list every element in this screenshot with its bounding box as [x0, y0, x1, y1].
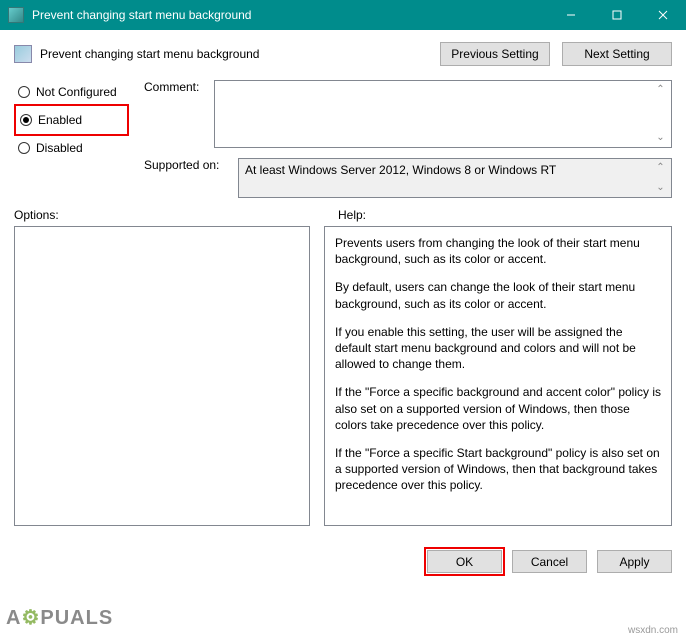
enabled-highlight: Enabled: [14, 104, 129, 136]
minimize-button[interactable]: [548, 0, 594, 30]
policy-icon: [14, 45, 32, 63]
radio-label: Enabled: [38, 113, 82, 127]
help-paragraph: If the "Force a specific Start backgroun…: [335, 445, 661, 494]
content-area: Prevent changing start menu background P…: [0, 30, 686, 538]
radio-circle-icon: [18, 142, 30, 154]
supported-label: Supported on:: [144, 158, 238, 198]
app-icon: [8, 7, 24, 23]
scrollbar[interactable]: ⌃⌄: [652, 83, 669, 145]
comment-label: Comment:: [144, 80, 214, 158]
cancel-button[interactable]: Cancel: [512, 550, 587, 573]
panes: Prevents users from changing the look of…: [14, 226, 672, 526]
titlebar: Prevent changing start menu background: [0, 0, 686, 30]
comment-textarea[interactable]: ⌃⌄: [214, 80, 672, 148]
radio-label: Not Configured: [36, 85, 117, 99]
ok-button[interactable]: OK: [427, 550, 502, 573]
help-pane: Prevents users from changing the look of…: [324, 226, 672, 526]
help-paragraph: If you enable this setting, the user wil…: [335, 324, 661, 373]
state-radio-group: Not Configured Enabled Disabled: [14, 80, 144, 198]
radio-not-configured[interactable]: Not Configured: [14, 80, 144, 104]
radio-circle-icon: [18, 86, 30, 98]
help-paragraph: Prevents users from changing the look of…: [335, 235, 661, 267]
options-help-labels: Options: Help:: [14, 208, 672, 222]
help-paragraph: If the "Force a specific background and …: [335, 384, 661, 433]
radio-disabled[interactable]: Disabled: [14, 136, 144, 160]
help-label: Help:: [314, 208, 672, 222]
close-button[interactable]: [640, 0, 686, 30]
corner-url: wsxdn.com: [628, 625, 678, 636]
help-paragraph: By default, users can change the look of…: [335, 279, 661, 311]
header-row: Prevent changing start menu background P…: [14, 42, 672, 66]
window-title: Prevent changing start menu background: [32, 8, 548, 22]
options-label: Options:: [14, 208, 314, 222]
supported-text: At least Windows Server 2012, Windows 8 …: [245, 163, 556, 177]
apply-button[interactable]: Apply: [597, 550, 672, 573]
supported-on-field: At least Windows Server 2012, Windows 8 …: [238, 158, 672, 198]
radio-circle-icon: [20, 114, 32, 126]
scrollbar[interactable]: ⌃⌄: [652, 161, 669, 195]
radio-enabled[interactable]: Enabled: [16, 108, 127, 132]
comment-row: Not Configured Enabled Disabled Comment:…: [14, 80, 672, 198]
options-pane: [14, 226, 310, 526]
radio-label: Disabled: [36, 141, 83, 155]
maximize-button[interactable]: [594, 0, 640, 30]
window-buttons: [548, 0, 686, 30]
next-setting-button[interactable]: Next Setting: [562, 42, 672, 66]
watermark: A⚙PUALS: [6, 605, 113, 630]
policy-title: Prevent changing start menu background: [40, 47, 428, 61]
footer: OK Cancel Apply: [0, 538, 686, 585]
previous-setting-button[interactable]: Previous Setting: [440, 42, 550, 66]
